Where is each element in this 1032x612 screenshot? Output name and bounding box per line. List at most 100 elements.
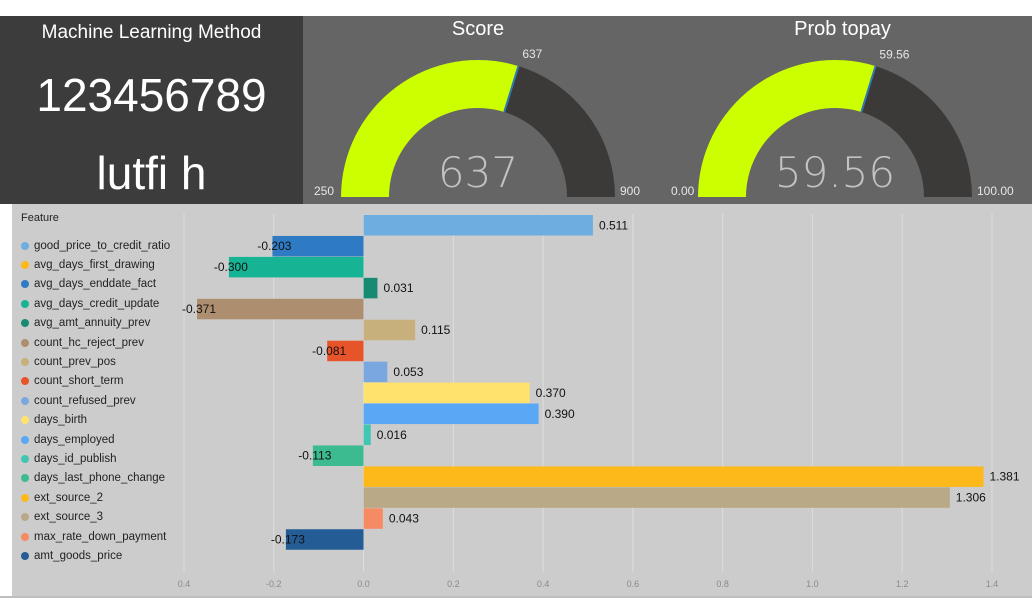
legend-swatch [21,261,29,270]
legend-swatch [21,358,29,367]
score-gauge-card: 637 637 250 900 Score [303,16,653,204]
legend-item: count_refused_prev [21,391,170,410]
legend-item: days_last_phone_change [21,469,170,488]
legend-item: avg_days_enddate_fact [21,275,170,294]
legend-swatch [21,299,29,308]
legend-swatch [21,551,29,560]
legend-swatch [21,280,29,289]
legend-item: avg_days_first_drawing [21,255,170,274]
legend-item: avg_amt_annuity_prev [21,314,170,333]
legend-swatch [21,319,29,328]
legend-swatch [21,435,29,444]
legend-swatch [21,338,29,347]
legend-item: days_id_publish [21,449,170,468]
legend-label: ext_source_3 [34,511,104,524]
bar [363,424,371,445]
x-tick-label: 0.2 [447,579,460,589]
bottom-divider [0,596,1032,598]
legend-label: count_short_term [34,375,124,388]
method-card: Machine Learning Method 123456789 lutfi … [0,16,303,204]
legend-label: amt_goods_price [34,549,123,562]
legend-item: count_short_term [21,372,170,391]
x-tick-label: 0.6 [627,579,640,589]
bar [363,215,593,236]
gauge-marker-label: 59.56 [879,47,909,61]
data-label: -0.300 [214,260,248,274]
legend-item: good_price_to_credit_ratio [21,236,170,255]
method-title: Machine Learning Method [41,22,262,43]
legend-label: days_id_publish [34,452,117,465]
score-gauge-title: Score [451,18,505,40]
bar [363,508,383,529]
legend-label: count_prev_pos [34,356,116,369]
gauge-value: 59.56 [775,148,895,197]
bar [197,298,364,320]
legend-item: days_birth [21,411,170,430]
legend-label: count_hc_reject_prev [34,336,144,349]
data-label: 0.031 [383,281,413,295]
legend-item: amt_goods_price [21,546,170,565]
legend-swatch [21,532,29,541]
prob-gauge: 59.56 59.56 0.00 100.00 [671,47,1014,198]
data-label: -0.173 [271,533,305,547]
legend-item: count_hc_reject_prev [21,333,170,352]
x-tick-label: 1.0 [806,579,819,589]
bar [363,319,416,341]
legend-label: max_rate_down_payment [34,530,167,543]
legend-swatch [21,454,29,463]
legend-swatch [21,513,29,522]
gauge-min-label: 0.00 [671,184,695,198]
data-label: -0.203 [257,239,291,253]
legend: good_price_to_credit_ratio avg_days_first… [21,236,170,566]
legend-label: count_refused_prev [34,394,136,407]
legend-item: max_rate_down_payment [21,527,170,546]
legend-label: ext_source_2 [34,491,104,504]
data-label: 0.115 [421,323,450,337]
bar [363,277,378,299]
x-tick-label: 0.4 [537,579,550,589]
x-tick-label: -0.2 [266,579,282,589]
x-tick-label: 0.8 [716,579,729,589]
data-label: 0.511 [599,218,628,232]
legend-label: good_price_to_credit_ratio [34,239,171,252]
gauge-value: 637 [438,148,518,197]
legend-label: avg_days_first_drawing [34,259,155,272]
bar [363,382,530,404]
data-label: 0.043 [389,512,419,526]
prob-gauge-card: 59.56 59.56 0.00 100.00 Prob topay [653,16,1032,204]
score-gauge: 637 637 250 900 [314,47,640,198]
data-label: -0.371 [182,302,216,316]
legend-swatch [21,241,29,250]
legend-label: avg_amt_annuity_prev [34,317,151,330]
gauge-max-label: 100.00 [977,184,1014,198]
x-tick-label: 1.4 [986,579,999,589]
legend-label: days_employed [34,433,115,446]
legend-label: days_birth [34,414,88,427]
bar [363,361,388,383]
bar [228,256,364,278]
legend-swatch [21,396,29,405]
legend-swatch [21,493,29,502]
data-label: 0.370 [536,386,566,400]
gauge-max-label: 900 [620,184,640,198]
bar [363,403,539,425]
method-id: 123456789 [36,69,267,121]
data-label: -0.081 [312,344,346,358]
legend-swatch [21,416,29,425]
bar [363,466,984,487]
data-label: 1.306 [956,491,986,505]
x-tick-label: 0.4 [178,579,191,589]
data-label: -0.113 [298,449,331,463]
legend-item: count_prev_pos [21,352,170,371]
legend-item: ext_source_3 [21,507,170,526]
x-tick-label: 1.2 [896,579,909,589]
legend-title: Feature [21,212,59,224]
gauge-min-label: 250 [314,184,334,198]
gauge-marker-label: 637 [522,47,542,61]
data-label: 0.390 [545,407,575,421]
legend-swatch [21,474,29,483]
legend-label: avg_days_credit_update [34,297,160,310]
gauge-track [504,66,615,197]
data-label: 0.016 [377,428,407,442]
x-tick-label: 0.0 [357,579,370,589]
